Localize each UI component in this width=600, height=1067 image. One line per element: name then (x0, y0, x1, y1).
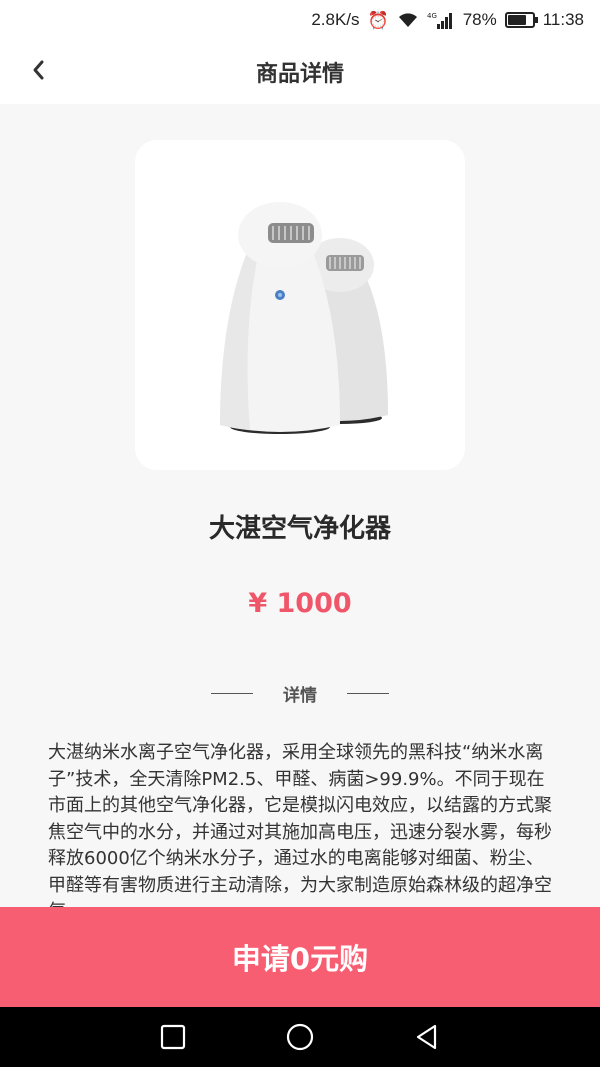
air-purifier-image (220, 202, 388, 434)
signal-4g-icon: 4G (427, 12, 452, 29)
details-section-header: 详情 (0, 678, 600, 708)
chevron-left-icon (33, 60, 44, 80)
product-description: 大湛纳米水离子空气净化器，采用全球领先的黑科技“纳米水离子”技术，全天清除PM2… (48, 742, 552, 922)
alarm-icon: ⏰ (367, 10, 389, 30)
back-button[interactable] (24, 54, 56, 86)
product-price: ¥ 1000 (248, 588, 352, 619)
wifi-icon (398, 13, 417, 27)
product-name: 大湛空气净化器 (208, 514, 391, 544)
app-header: 商品详情 (0, 40, 600, 104)
back-icon (416, 1024, 436, 1050)
battery-icon (504, 12, 538, 28)
status-bar: 2.8K/s ⏰ 4G 78% 11:38 (0, 0, 600, 40)
cta-label: 申请0元购 (231, 942, 369, 976)
product-image-card (135, 140, 465, 470)
nav-back-button[interactable] (407, 1017, 447, 1057)
home-icon (286, 1023, 314, 1051)
divider-line-right (347, 692, 389, 694)
divider-line-left (211, 692, 253, 694)
home-button[interactable] (280, 1017, 320, 1057)
clock: 11:38 (542, 10, 584, 29)
page-title: 商品详情 (255, 62, 344, 87)
svg-text:4G: 4G (427, 12, 437, 20)
system-nav-bar (0, 1007, 600, 1067)
recent-apps-button[interactable] (153, 1017, 193, 1057)
apply-free-purchase-button[interactable]: 申请0元购 (0, 907, 600, 1007)
details-label: 详情 (283, 685, 317, 706)
network-speed: 2.8K/s (311, 10, 360, 29)
battery-percent: 78% (462, 10, 497, 29)
recent-apps-icon (161, 1024, 186, 1050)
